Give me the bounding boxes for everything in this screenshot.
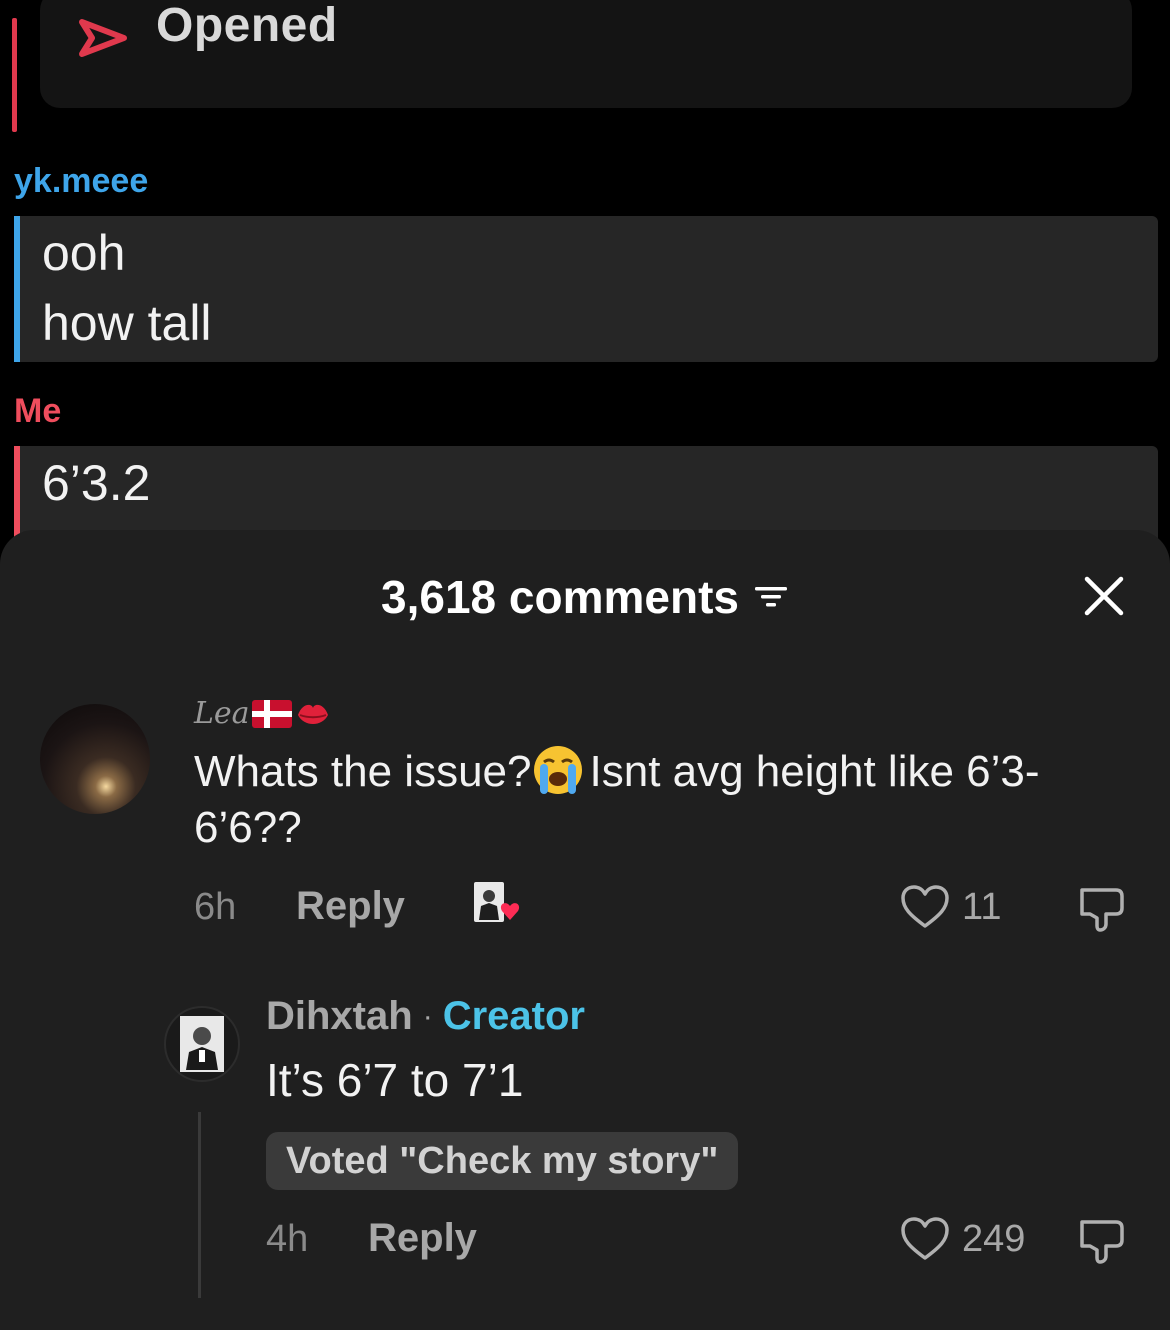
heart-like-icon[interactable] bbox=[900, 1216, 950, 1262]
comment-text-part: Whats the issue? bbox=[194, 747, 532, 796]
avatar[interactable] bbox=[40, 704, 150, 814]
loudly-crying-face-icon bbox=[533, 746, 582, 794]
opened-status-label: Opened bbox=[156, 0, 338, 52]
comment-time: 4h bbox=[266, 1218, 309, 1260]
close-icon[interactable] bbox=[1082, 574, 1126, 618]
filter-icon[interactable] bbox=[753, 582, 789, 612]
opened-arrow-icon bbox=[79, 19, 127, 57]
denmark-flag-icon bbox=[251, 699, 292, 728]
comment-time: 6h bbox=[194, 886, 237, 928]
message-line: how tall bbox=[42, 295, 212, 351]
reply-button[interactable]: Reply bbox=[296, 884, 405, 929]
creator-badge: Creator bbox=[442, 994, 585, 1038]
reply-button[interactable]: Reply bbox=[368, 1216, 477, 1261]
message-line: 6’3.2 bbox=[42, 455, 151, 511]
kiss-lips-icon bbox=[297, 704, 328, 724]
comment-text: It’s 6’7 to 7’1 bbox=[266, 1054, 524, 1106]
heart-like-icon[interactable] bbox=[900, 884, 950, 930]
sender-accent-bar bbox=[12, 18, 17, 132]
liked-by-creator-icon bbox=[474, 882, 520, 922]
comments-count-title: 3,618 comments bbox=[381, 571, 739, 623]
dislike-icon[interactable] bbox=[1076, 882, 1128, 934]
sender-name-me: Me bbox=[14, 392, 62, 430]
like-count: 249 bbox=[962, 1218, 1026, 1260]
comment-text: Whats the issue? Isnt avg height like 6’… bbox=[194, 744, 1094, 856]
comment-username[interactable]: Lea bbox=[194, 696, 332, 731]
comments-sheet: 3,618 comments Lea Whats the issue? Isnt… bbox=[0, 530, 1170, 1330]
comment-username-row: Dihxtah · Creator bbox=[266, 994, 585, 1039]
snapchat-chat: Opened yk.meee ooh how tall Me 6’3.2 bbox=[0, 0, 1170, 560]
message-accent-bar bbox=[14, 446, 20, 546]
like-count: 11 bbox=[962, 886, 1002, 928]
comments-header: 3,618 comments bbox=[0, 570, 1170, 624]
message-accent-bar bbox=[14, 216, 20, 362]
message-line: ooh bbox=[42, 225, 126, 281]
username-text: Lea bbox=[194, 696, 250, 731]
separator-dot: · bbox=[422, 999, 433, 1033]
vote-chip[interactable]: Voted "Check my story" bbox=[266, 1132, 739, 1190]
sender-name-them: yk.meee bbox=[14, 162, 149, 200]
comment-username[interactable]: Dihxtah bbox=[266, 994, 413, 1039]
avatar[interactable] bbox=[164, 1006, 240, 1082]
reply-thread-line bbox=[198, 1112, 201, 1298]
message-bubble-them[interactable]: ooh how tall bbox=[14, 216, 1158, 362]
creator-avatar-image bbox=[180, 1016, 224, 1072]
dislike-icon[interactable] bbox=[1076, 1214, 1128, 1266]
